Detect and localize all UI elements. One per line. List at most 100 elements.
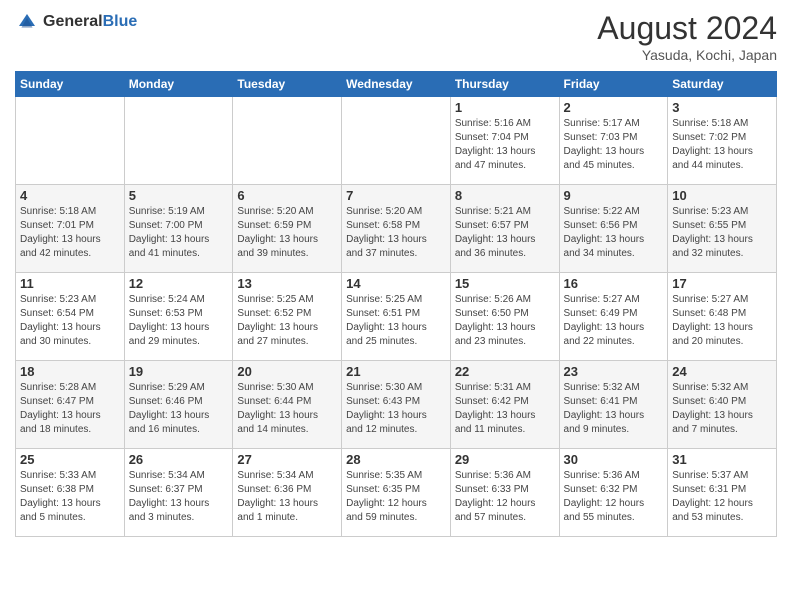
calendar-cell: 19 Sunrise: 5:29 AM Sunset: 6:46 PM Dayli…	[124, 361, 233, 449]
calendar-cell: 28 Sunrise: 5:35 AM Sunset: 6:35 PM Dayli…	[342, 449, 451, 537]
day-info: Sunrise: 5:28 AM Sunset: 6:47 PM Dayligh…	[20, 381, 120, 437]
calendar-cell: 31Sunrise: 5:37 AM Sunset: 6:31 PM Dayli…	[668, 449, 777, 537]
calendar-table: SundayMondayTuesdayWednesdayThursdayFrid…	[15, 71, 777, 537]
calendar-cell: 14 Sunrise: 5:25 AM Sunset: 6:51 PM Dayli…	[342, 273, 451, 361]
day-number: 11	[20, 276, 120, 291]
calendar-cell: 8Sunrise: 5:21 AM Sunset: 6:57 PM Daylig…	[450, 185, 559, 273]
logo-text: GeneralBlue	[43, 13, 137, 31]
day-info: Sunrise: 5:20 AM Sunset: 6:58 PM Dayligh…	[346, 205, 446, 261]
day-info: Sunrise: 5:30 AM Sunset: 6:43 PM Dayligh…	[346, 381, 446, 437]
calendar-cell: 30Sunrise: 5:36 AM Sunset: 6:32 PM Dayli…	[559, 449, 668, 537]
calendar-cell	[342, 97, 451, 185]
month-title: August 2024	[597, 10, 777, 47]
day-info: Sunrise: 5:20 AM Sunset: 6:59 PM Dayligh…	[237, 205, 337, 261]
location: Yasuda, Kochi, Japan	[597, 47, 777, 63]
day-number: 30	[564, 452, 664, 467]
day-info: Sunrise: 5:23 AM Sunset: 6:54 PM Dayligh…	[20, 293, 120, 349]
logo-blue: Blue	[103, 13, 138, 30]
calendar-cell: 18 Sunrise: 5:28 AM Sunset: 6:47 PM Dayli…	[16, 361, 125, 449]
day-number: 18	[20, 364, 120, 379]
day-info: Sunrise: 5:21 AM Sunset: 6:57 PM Dayligh…	[455, 205, 555, 261]
day-number: 21	[346, 364, 446, 379]
header: GeneralBlue August 2024 Yasuda, Kochi, J…	[15, 10, 777, 63]
day-number: 3	[672, 100, 772, 115]
day-number: 26	[129, 452, 229, 467]
day-info: Sunrise: 5:36 AM Sunset: 6:33 PM Dayligh…	[455, 469, 555, 525]
calendar-cell: 12 Sunrise: 5:24 AM Sunset: 6:53 PM Dayli…	[124, 273, 233, 361]
calendar-cell: 6 Sunrise: 5:20 AM Sunset: 6:59 PM Daylig…	[233, 185, 342, 273]
calendar-cell: 10Sunrise: 5:23 AM Sunset: 6:55 PM Dayli…	[668, 185, 777, 273]
calendar-cell	[124, 97, 233, 185]
day-info: Sunrise: 5:34 AM Sunset: 6:37 PM Dayligh…	[129, 469, 229, 525]
column-header-sunday: Sunday	[16, 72, 125, 97]
day-number: 25	[20, 452, 120, 467]
calendar-cell: 25 Sunrise: 5:33 AM Sunset: 6:38 PM Dayli…	[16, 449, 125, 537]
day-number: 1	[455, 100, 555, 115]
calendar-cell: 22 Sunrise: 5:31 AM Sunset: 6:42 PM Dayli…	[450, 361, 559, 449]
day-info: Sunrise: 5:18 AM Sunset: 7:02 PM Dayligh…	[672, 117, 772, 173]
page-container: GeneralBlue August 2024 Yasuda, Kochi, J…	[0, 0, 792, 547]
day-info: Sunrise: 5:24 AM Sunset: 6:53 PM Dayligh…	[129, 293, 229, 349]
calendar-cell: 23 Sunrise: 5:32 AM Sunset: 6:41 PM Dayli…	[559, 361, 668, 449]
calendar-cell: 3 Sunrise: 5:18 AM Sunset: 7:02 PM Daylig…	[668, 97, 777, 185]
day-number: 5	[129, 188, 229, 203]
calendar-cell: 9 Sunrise: 5:22 AM Sunset: 6:56 PM Daylig…	[559, 185, 668, 273]
calendar-cell: 4 Sunrise: 5:18 AM Sunset: 7:01 PM Daylig…	[16, 185, 125, 273]
calendar-header-row: SundayMondayTuesdayWednesdayThursdayFrid…	[16, 72, 777, 97]
logo-icon	[15, 10, 39, 34]
calendar-cell	[233, 97, 342, 185]
day-info: Sunrise: 5:31 AM Sunset: 6:42 PM Dayligh…	[455, 381, 555, 437]
column-header-tuesday: Tuesday	[233, 72, 342, 97]
calendar-cell: 11 Sunrise: 5:23 AM Sunset: 6:54 PM Dayli…	[16, 273, 125, 361]
day-number: 2	[564, 100, 664, 115]
day-info: Sunrise: 5:23 AM Sunset: 6:55 PM Dayligh…	[672, 205, 772, 261]
day-number: 15	[455, 276, 555, 291]
day-info: Sunrise: 5:18 AM Sunset: 7:01 PM Dayligh…	[20, 205, 120, 261]
day-info: Sunrise: 5:32 AM Sunset: 6:41 PM Dayligh…	[564, 381, 664, 437]
day-number: 20	[237, 364, 337, 379]
calendar-cell: 13Sunrise: 5:25 AM Sunset: 6:52 PM Dayli…	[233, 273, 342, 361]
day-number: 19	[129, 364, 229, 379]
day-info: Sunrise: 5:25 AM Sunset: 6:52 PM Dayligh…	[237, 293, 337, 349]
week-row-4: 18 Sunrise: 5:28 AM Sunset: 6:47 PM Dayli…	[16, 361, 777, 449]
calendar-cell: 7Sunrise: 5:20 AM Sunset: 6:58 PM Daylig…	[342, 185, 451, 273]
day-info: Sunrise: 5:27 AM Sunset: 6:48 PM Dayligh…	[672, 293, 772, 349]
day-info: Sunrise: 5:27 AM Sunset: 6:49 PM Dayligh…	[564, 293, 664, 349]
week-row-5: 25 Sunrise: 5:33 AM Sunset: 6:38 PM Dayli…	[16, 449, 777, 537]
calendar-cell: 20Sunrise: 5:30 AM Sunset: 6:44 PM Dayli…	[233, 361, 342, 449]
day-number: 22	[455, 364, 555, 379]
calendar-cell: 16 Sunrise: 5:27 AM Sunset: 6:49 PM Dayli…	[559, 273, 668, 361]
day-number: 28	[346, 452, 446, 467]
title-area: August 2024 Yasuda, Kochi, Japan	[597, 10, 777, 63]
calendar-cell	[16, 97, 125, 185]
logo: GeneralBlue	[15, 10, 137, 34]
day-info: Sunrise: 5:35 AM Sunset: 6:35 PM Dayligh…	[346, 469, 446, 525]
day-number: 17	[672, 276, 772, 291]
calendar-cell: 27Sunrise: 5:34 AM Sunset: 6:36 PM Dayli…	[233, 449, 342, 537]
day-info: Sunrise: 5:22 AM Sunset: 6:56 PM Dayligh…	[564, 205, 664, 261]
calendar-cell: 2Sunrise: 5:17 AM Sunset: 7:03 PM Daylig…	[559, 97, 668, 185]
calendar-cell: 24Sunrise: 5:32 AM Sunset: 6:40 PM Dayli…	[668, 361, 777, 449]
day-number: 9	[564, 188, 664, 203]
day-info: Sunrise: 5:37 AM Sunset: 6:31 PM Dayligh…	[672, 469, 772, 525]
day-number: 4	[20, 188, 120, 203]
calendar-cell: 1Sunrise: 5:16 AM Sunset: 7:04 PM Daylig…	[450, 97, 559, 185]
calendar-cell: 15Sunrise: 5:26 AM Sunset: 6:50 PM Dayli…	[450, 273, 559, 361]
day-number: 23	[564, 364, 664, 379]
day-info: Sunrise: 5:33 AM Sunset: 6:38 PM Dayligh…	[20, 469, 120, 525]
column-header-monday: Monday	[124, 72, 233, 97]
day-info: Sunrise: 5:25 AM Sunset: 6:51 PM Dayligh…	[346, 293, 446, 349]
logo-general: General	[43, 13, 103, 30]
day-info: Sunrise: 5:29 AM Sunset: 6:46 PM Dayligh…	[129, 381, 229, 437]
day-info: Sunrise: 5:19 AM Sunset: 7:00 PM Dayligh…	[129, 205, 229, 261]
day-number: 14	[346, 276, 446, 291]
week-row-2: 4 Sunrise: 5:18 AM Sunset: 7:01 PM Daylig…	[16, 185, 777, 273]
column-header-wednesday: Wednesday	[342, 72, 451, 97]
day-number: 12	[129, 276, 229, 291]
day-number: 24	[672, 364, 772, 379]
day-number: 6	[237, 188, 337, 203]
day-number: 16	[564, 276, 664, 291]
column-header-friday: Friday	[559, 72, 668, 97]
column-header-thursday: Thursday	[450, 72, 559, 97]
calendar-cell: 26 Sunrise: 5:34 AM Sunset: 6:37 PM Dayli…	[124, 449, 233, 537]
